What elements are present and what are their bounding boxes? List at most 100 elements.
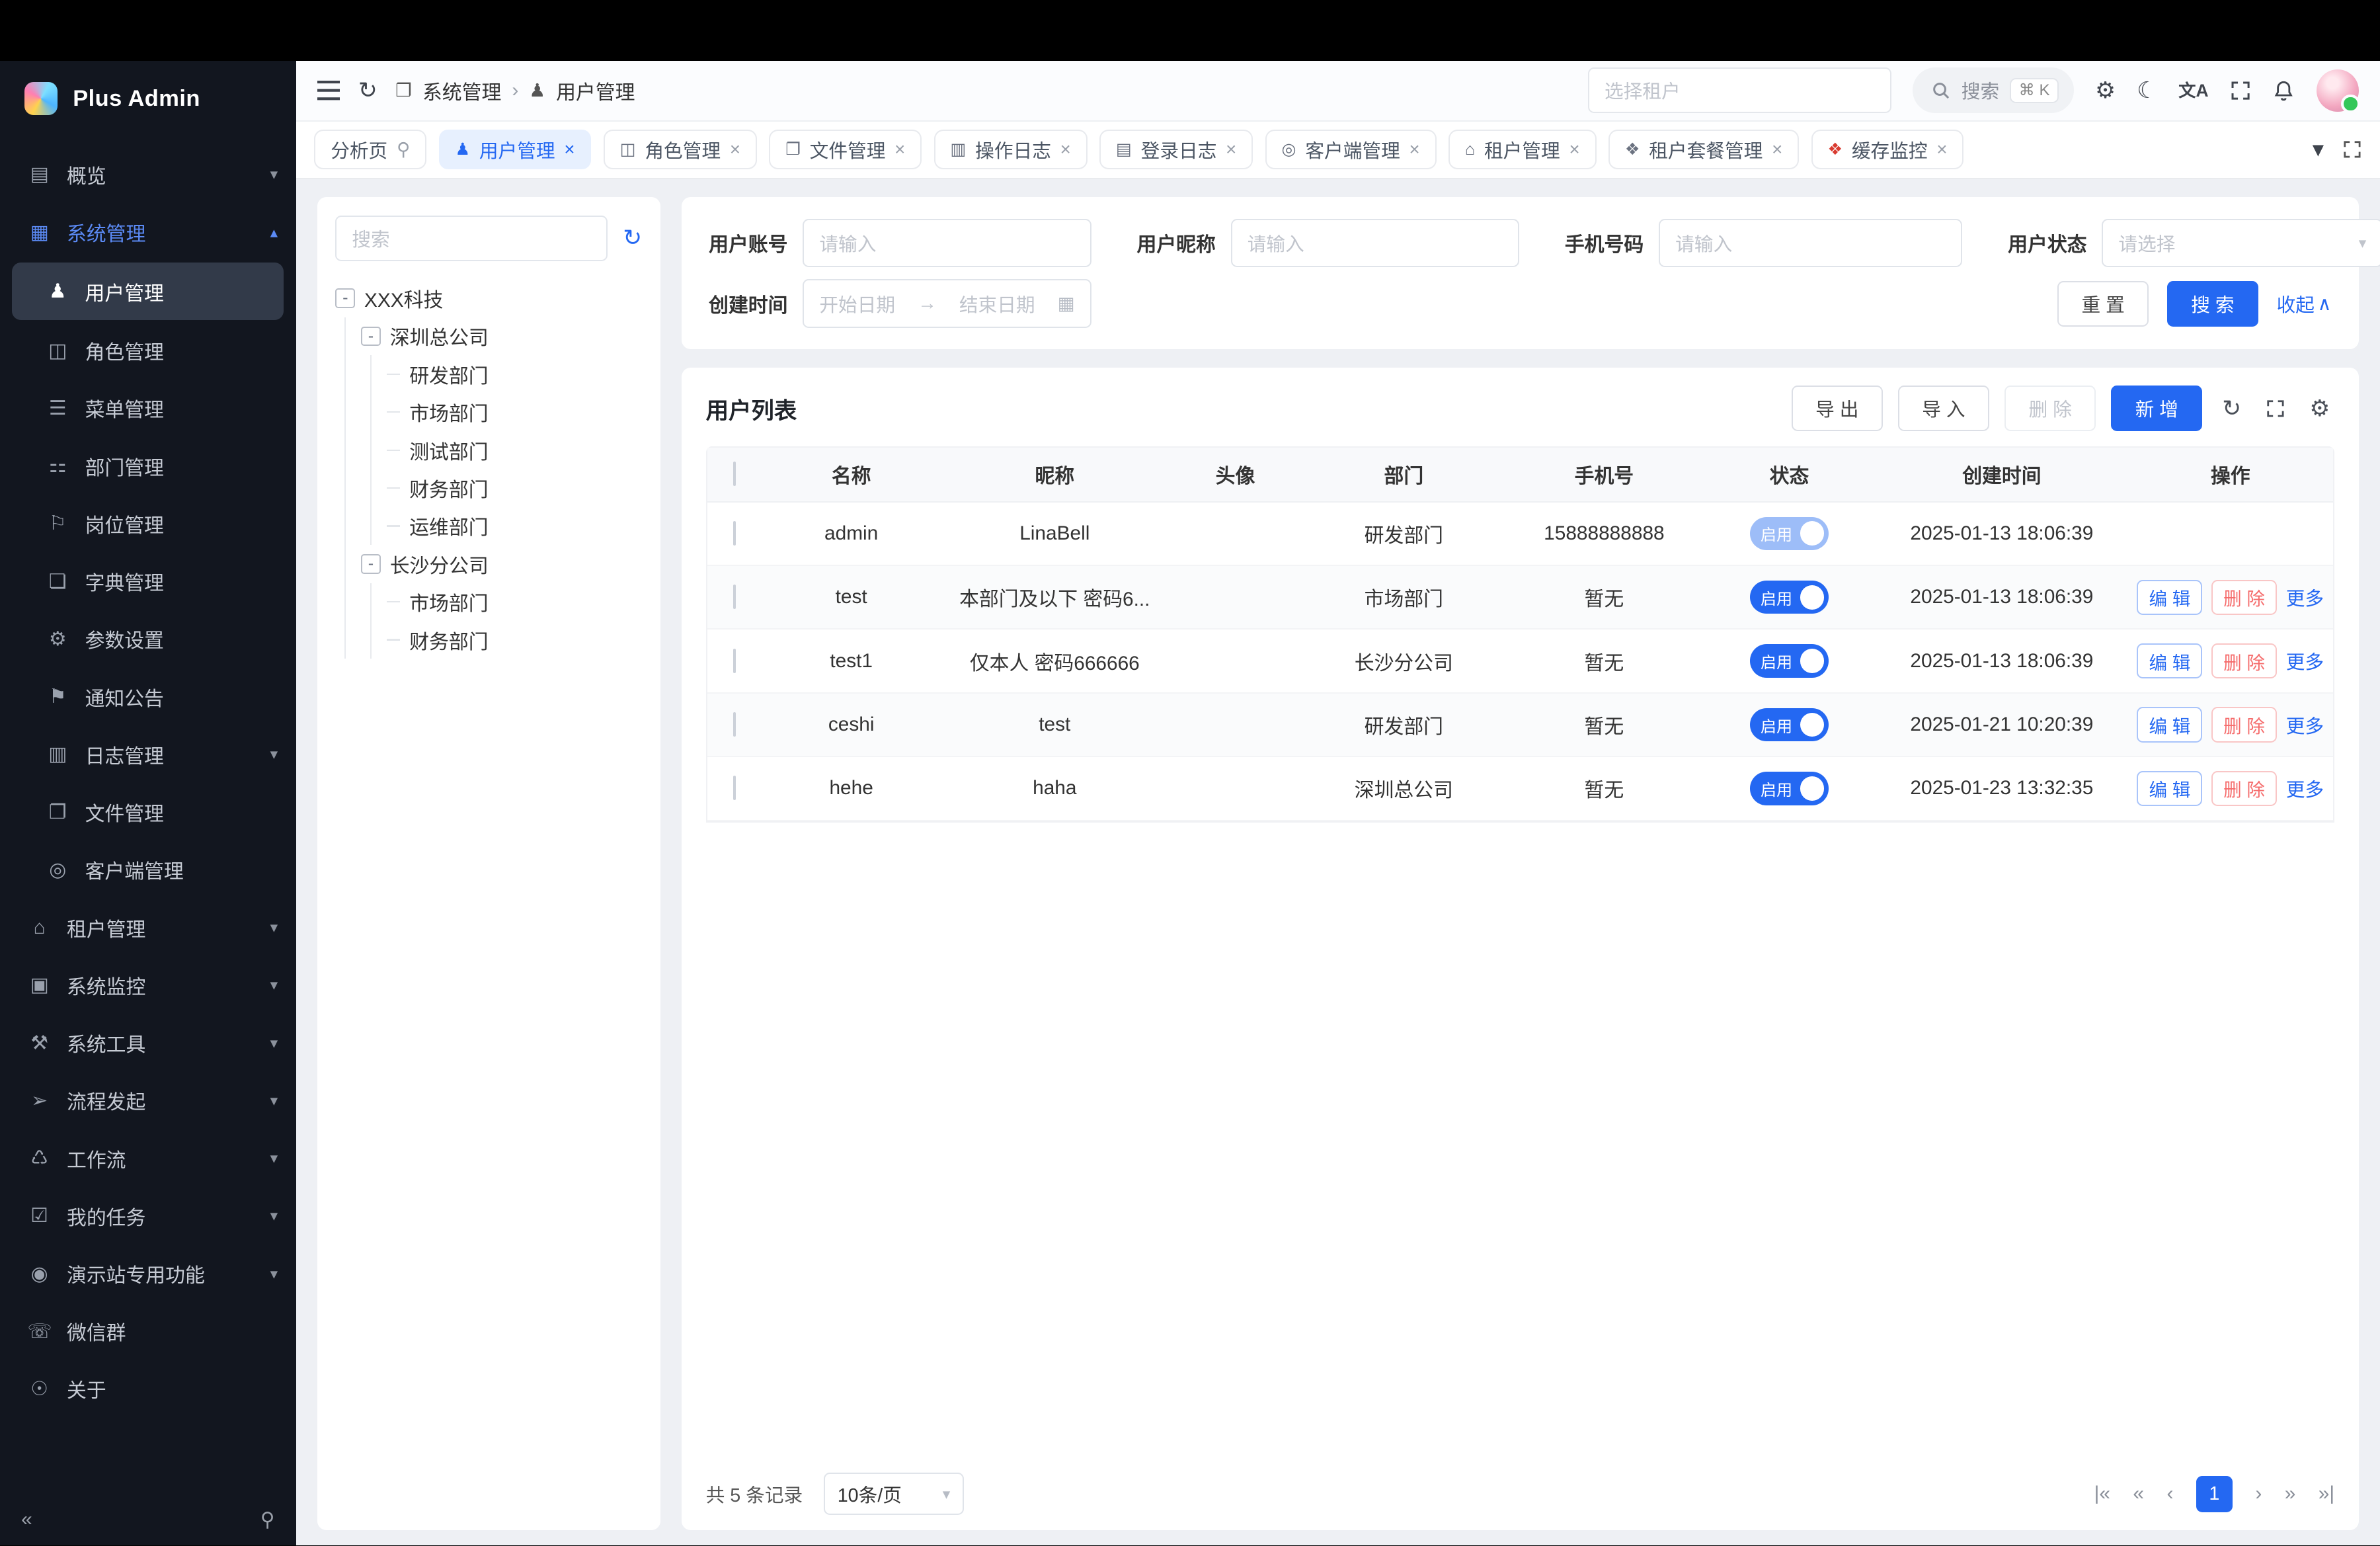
sidebar-item-about[interactable]: ☉关于 [0, 1360, 296, 1418]
status-toggle[interactable]: 启用 [1750, 772, 1829, 805]
date-range-input[interactable]: 开始日期 → 结束日期 ▦ [803, 279, 1091, 327]
settings-gear-icon[interactable]: ⚙ [2095, 79, 2116, 102]
tree-leaf[interactable]: 研发部门 [387, 355, 642, 393]
notifications-bell-icon[interactable] [2272, 79, 2295, 102]
hamburger-menu-icon[interactable] [317, 81, 340, 101]
tree-leaf[interactable]: 财务部门 [387, 621, 642, 659]
sidebar-item-dept-mgmt[interactable]: ⚏部门管理 [0, 437, 296, 495]
sidebar-item-workflow[interactable]: ♺工作流▾ [0, 1129, 296, 1187]
dark-mode-moon-icon[interactable]: ☾ [2137, 79, 2157, 102]
close-icon[interactable]: × [1772, 139, 1782, 160]
phone-input[interactable]: 请输入 [1659, 219, 1962, 267]
close-icon[interactable]: × [564, 139, 575, 160]
status-toggle[interactable]: 启用 [1750, 708, 1829, 742]
tab-user-mgmt[interactable]: ♟用户管理× [439, 130, 592, 169]
pin-icon[interactable]: ⚲ [397, 139, 410, 160]
sidebar-item-dict-mgmt[interactable]: ❏字典管理 [0, 553, 296, 610]
breadcrumb-item[interactable]: 系统管理 [422, 76, 501, 105]
close-icon[interactable]: × [730, 139, 740, 160]
tab-list-dropdown-icon[interactable]: ▾ [2313, 138, 2324, 161]
tab-tenant-package-mgmt[interactable]: ❖租户套餐管理× [1608, 130, 1799, 169]
column-settings-gear-icon[interactable]: ⚙ [2305, 395, 2334, 422]
more-button[interactable]: 更多 [2286, 712, 2324, 739]
prev-page-icon[interactable]: ‹ [2166, 1483, 2173, 1505]
delete-row-button[interactable]: 删 除 [2211, 580, 2277, 615]
tree-expander-icon[interactable]: - [361, 554, 381, 574]
edit-row-button[interactable]: 编 辑 [2137, 580, 2202, 615]
edit-row-button[interactable]: 编 辑 [2137, 643, 2202, 678]
tree-leaf[interactable]: 测试部门 [387, 431, 642, 469]
sidebar-item-overview[interactable]: ▤概览▾ [0, 145, 296, 203]
search-button[interactable]: 搜 索 [2167, 281, 2258, 327]
sidebar-item-menu-mgmt[interactable]: ☰菜单管理 [0, 380, 296, 437]
row-checkbox[interactable] [733, 776, 736, 800]
delete-row-button[interactable]: 删 除 [2211, 707, 2277, 742]
select-all-checkbox[interactable] [733, 462, 736, 486]
edit-row-button[interactable]: 编 辑 [2137, 707, 2202, 742]
tree-leaf[interactable]: 财务部门 [387, 469, 642, 507]
sidebar-item-wechat-group[interactable]: ☏微信群 [0, 1303, 296, 1360]
close-icon[interactable]: × [1936, 139, 1947, 160]
current-page-button[interactable]: 1 [2196, 1476, 2233, 1512]
more-button[interactable]: 更多 [2286, 775, 2324, 802]
status-toggle[interactable]: 启用 [1750, 644, 1829, 678]
close-icon[interactable]: × [894, 139, 905, 160]
close-icon[interactable]: × [1569, 139, 1579, 160]
close-icon[interactable]: × [1226, 139, 1236, 160]
tree-leaf[interactable]: 市场部门 [387, 393, 642, 431]
next-page-icon[interactable]: › [2255, 1483, 2262, 1505]
tab-login-log[interactable]: ▤登录日志× [1099, 130, 1253, 169]
tree-node[interactable]: -长沙分公司 [361, 545, 642, 583]
tab-role-mgmt[interactable]: ◫角色管理× [604, 130, 757, 169]
sidebar-item-system-monitor[interactable]: ▣系统监控▾ [0, 956, 296, 1014]
collapse-filters-link[interactable]: 收起 ∧ [2277, 290, 2332, 317]
nickname-input[interactable]: 请输入 [1231, 219, 1519, 267]
translate-icon[interactable]: 文A [2178, 82, 2208, 99]
more-button[interactable]: 更多 [2286, 584, 2324, 611]
sidebar-item-log-mgmt[interactable]: ▥日志管理▾ [0, 725, 296, 783]
status-toggle[interactable]: 启用 [1750, 581, 1829, 614]
close-icon[interactable]: × [1060, 139, 1071, 160]
sidebar-item-my-tasks[interactable]: ☑我的任务▾ [0, 1187, 296, 1244]
export-button[interactable]: 导 出 [1792, 386, 1883, 431]
sidebar-item-client-mgmt[interactable]: ◎客户端管理 [0, 841, 296, 899]
sidebar-item-user-mgmt[interactable]: ♟用户管理 [12, 263, 284, 320]
tree-leaf[interactable]: 市场部门 [387, 583, 642, 621]
app-logo[interactable]: Plus Admin [0, 61, 296, 137]
edit-row-button[interactable]: 编 辑 [2137, 771, 2202, 806]
tree-refresh-icon[interactable]: ↻ [623, 225, 642, 251]
tab-file-mgmt[interactable]: ❐文件管理× [769, 130, 922, 169]
tenant-select-input[interactable]: 选择租户 [1588, 67, 1891, 113]
delete-row-button[interactable]: 删 除 [2211, 643, 2277, 678]
tree-expander-icon[interactable]: - [335, 288, 355, 308]
tab-cache-monitor[interactable]: ❖缓存监控× [1811, 130, 1964, 169]
content-fullscreen-icon[interactable] [2342, 140, 2362, 159]
more-button[interactable]: 更多 [2286, 647, 2324, 674]
add-button[interactable]: 新 增 [2111, 386, 2202, 431]
user-avatar[interactable] [2317, 69, 2359, 112]
tree-search-input[interactable]: 搜索 [335, 216, 608, 261]
fullscreen-icon[interactable] [2230, 80, 2251, 101]
close-icon[interactable]: × [1409, 139, 1420, 160]
row-checkbox[interactable] [733, 649, 736, 673]
sidebar-item-tenant-mgmt[interactable]: ⌂租户管理▾ [0, 899, 296, 956]
last-page-icon[interactable]: »| [2319, 1483, 2334, 1505]
sidebar-item-param-settings[interactable]: ⚙参数设置 [0, 610, 296, 668]
table-fullscreen-icon[interactable] [2261, 399, 2290, 419]
sidebar-item-process-start[interactable]: ➢流程发起▾ [0, 1072, 296, 1129]
table-refresh-icon[interactable]: ↻ [2217, 395, 2246, 422]
tab-analysis[interactable]: 分析页⚲ [314, 130, 426, 169]
collapse-sidebar-icon[interactable]: « [21, 1508, 32, 1531]
tree-node[interactable]: -深圳总公司 [361, 317, 642, 355]
first-page-icon[interactable]: |« [2094, 1483, 2110, 1505]
tab-client-mgmt[interactable]: ◎客户端管理× [1265, 130, 1437, 169]
account-input[interactable]: 请输入 [803, 219, 1091, 267]
tab-tenant-mgmt[interactable]: ⌂租户管理× [1448, 130, 1597, 169]
tree-leaf[interactable]: 运维部门 [387, 507, 642, 545]
delete-row-button[interactable]: 删 除 [2211, 771, 2277, 806]
delete-button[interactable]: 删 除 [2004, 386, 2096, 431]
status-toggle[interactable]: 启用 [1750, 517, 1829, 551]
row-checkbox[interactable] [733, 712, 736, 737]
reset-button[interactable]: 重 置 [2057, 281, 2149, 327]
tab-op-log[interactable]: ▥操作日志× [934, 130, 1088, 169]
